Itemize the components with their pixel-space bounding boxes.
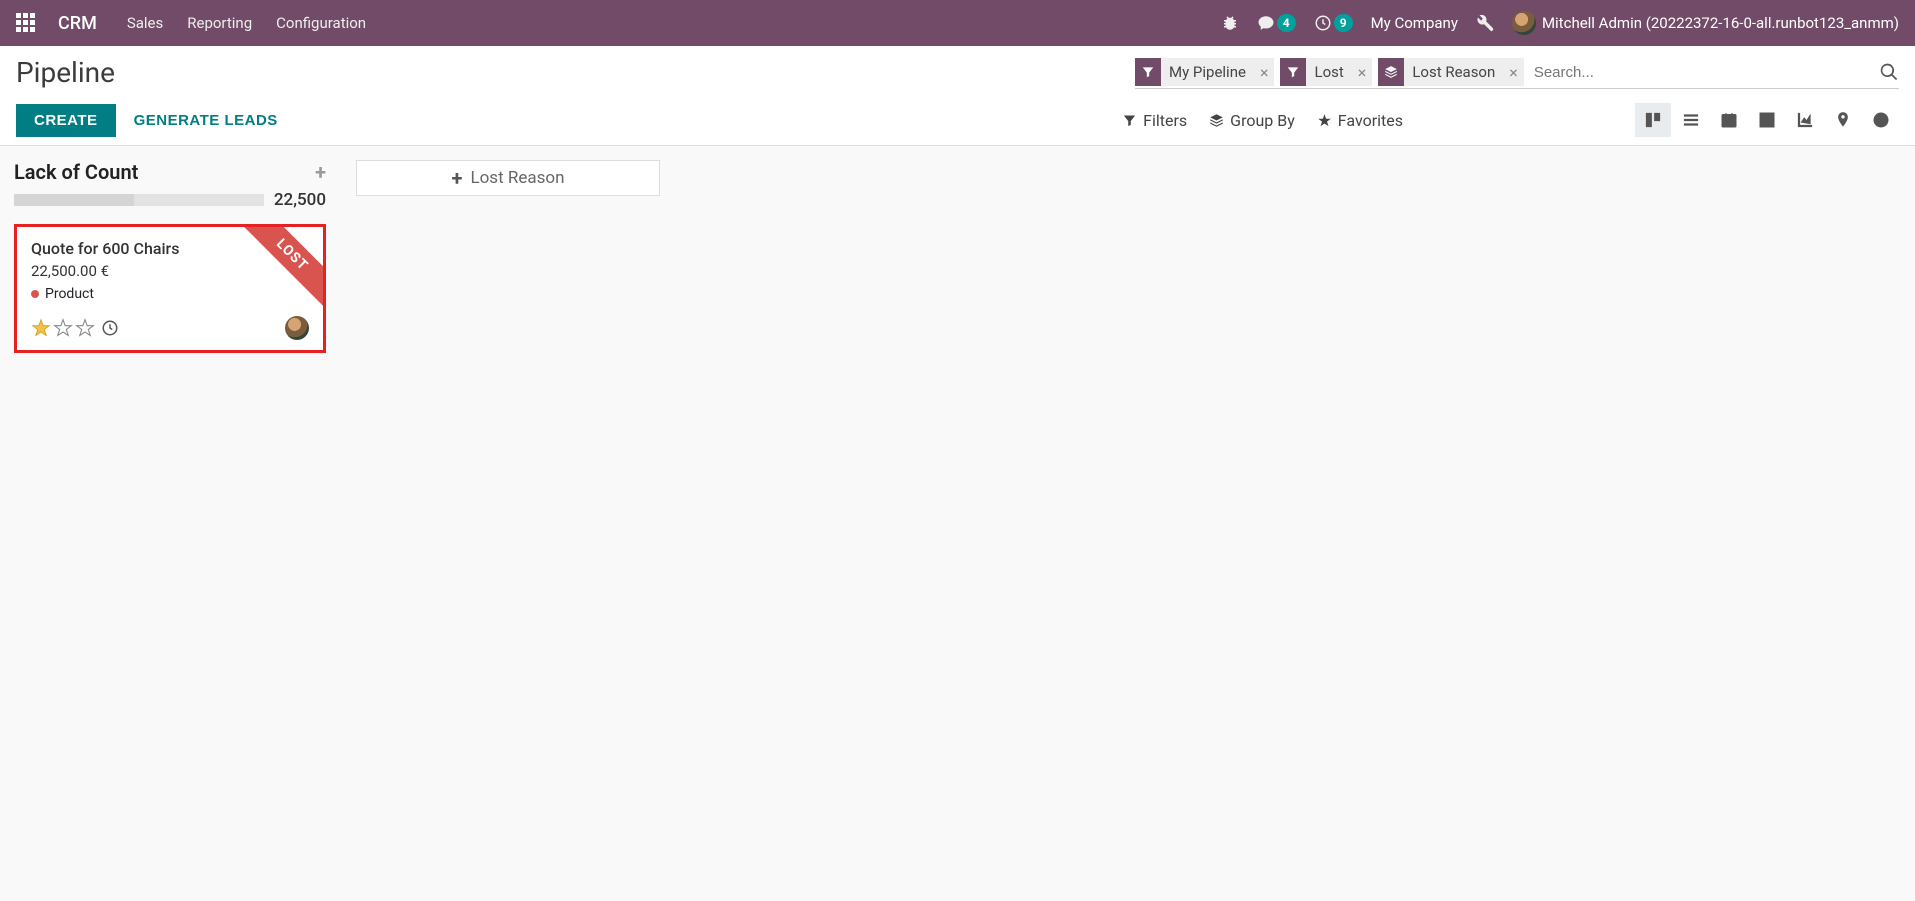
navbar: CRM Sales Reporting Configuration 4 9 My… (0, 0, 1915, 46)
clock-icon[interactable] (101, 319, 119, 337)
nav-link-sales[interactable]: Sales (127, 14, 163, 32)
filter-icon (1280, 58, 1306, 86)
plus-icon: + (452, 166, 463, 190)
nav-link-configuration[interactable]: Configuration (276, 14, 366, 32)
debug-icon[interactable] (1221, 14, 1239, 32)
user-avatar-icon (1512, 11, 1536, 35)
activities-icon[interactable]: 9 (1314, 14, 1353, 32)
search-facet-label: My Pipeline (1161, 58, 1254, 86)
graph-view-icon[interactable] (1787, 103, 1823, 137)
filter-icon (1135, 58, 1161, 86)
search-icon[interactable] (1879, 62, 1899, 82)
add-column-button[interactable]: + Lost Reason (356, 160, 660, 196)
column-sum: 22,500 (274, 190, 326, 210)
page-title: Pipeline (16, 56, 115, 89)
kanban-column: Lack of Count + 22,500 LOST Quote for 60… (14, 160, 326, 353)
star-icon[interactable] (53, 318, 73, 338)
apps-icon[interactable] (16, 13, 36, 33)
close-icon[interactable]: × (1254, 58, 1275, 86)
star-icon[interactable] (31, 318, 51, 338)
search-facet-label: Lost Reason (1404, 58, 1503, 86)
kanban-board: Lack of Count + 22,500 LOST Quote for 60… (0, 146, 1915, 367)
priority-stars[interactable] (31, 318, 119, 338)
company-switcher[interactable]: My Company (1371, 14, 1458, 32)
card-amount: 22,500.00 € (31, 262, 309, 280)
add-column-label: Lost Reason (470, 168, 564, 188)
settings-icon[interactable] (1476, 14, 1494, 32)
search-facet-label: Lost (1306, 58, 1351, 86)
calendar-view-icon[interactable] (1711, 103, 1747, 137)
search-facet-my-pipeline[interactable]: My Pipeline × (1135, 58, 1274, 86)
star-icon[interactable] (75, 318, 95, 338)
close-icon[interactable]: × (1503, 58, 1524, 86)
search-facet-lost-reason[interactable]: Lost Reason × (1378, 58, 1524, 86)
layers-icon (1378, 58, 1404, 86)
list-view-icon[interactable] (1673, 103, 1709, 137)
progress-bar[interactable] (14, 194, 264, 206)
activities-badge: 9 (1334, 14, 1353, 32)
pivot-view-icon[interactable] (1749, 103, 1785, 137)
group-by-button[interactable]: Group By (1209, 111, 1295, 130)
kanban-column-title[interactable]: Lack of Count (14, 160, 138, 184)
kanban-card[interactable]: LOST Quote for 600 Chairs 22,500.00 € Pr… (14, 224, 326, 353)
card-tag: Product (45, 286, 94, 302)
activity-view-icon[interactable] (1863, 103, 1899, 137)
search-facet-lost[interactable]: Lost × (1280, 58, 1372, 86)
messages-badge: 4 (1277, 14, 1296, 32)
filters-button[interactable]: Filters (1122, 111, 1187, 130)
favorites-button[interactable]: Favorites (1317, 111, 1403, 130)
filters-label: Filters (1143, 111, 1187, 130)
search-input[interactable] (1530, 62, 1873, 83)
favorites-label: Favorites (1338, 111, 1403, 130)
generate-leads-button[interactable]: GENERATE LEADS (134, 112, 278, 129)
control-bar: Pipeline My Pipeline × Lost × (0, 46, 1915, 146)
plus-icon[interactable]: + (315, 160, 326, 184)
view-switchers (1635, 103, 1899, 137)
messages-icon[interactable]: 4 (1257, 14, 1296, 32)
close-icon[interactable]: × (1352, 58, 1373, 86)
map-view-icon[interactable] (1825, 103, 1861, 137)
create-button[interactable]: CREATE (16, 104, 116, 137)
tag-color-icon (31, 290, 39, 298)
assignee-avatar-icon[interactable] (285, 316, 309, 340)
user-menu[interactable]: Mitchell Admin (20222372-16-0-all.runbot… (1512, 11, 1899, 35)
kanban-view-icon[interactable] (1635, 103, 1671, 137)
search-box[interactable]: My Pipeline × Lost × Lost Reason (1135, 56, 1899, 89)
app-brand[interactable]: CRM (58, 13, 97, 34)
group-by-label: Group By (1230, 111, 1295, 130)
nav-link-reporting[interactable]: Reporting (187, 14, 252, 32)
user-name: Mitchell Admin (20222372-16-0-all.runbot… (1542, 14, 1899, 32)
